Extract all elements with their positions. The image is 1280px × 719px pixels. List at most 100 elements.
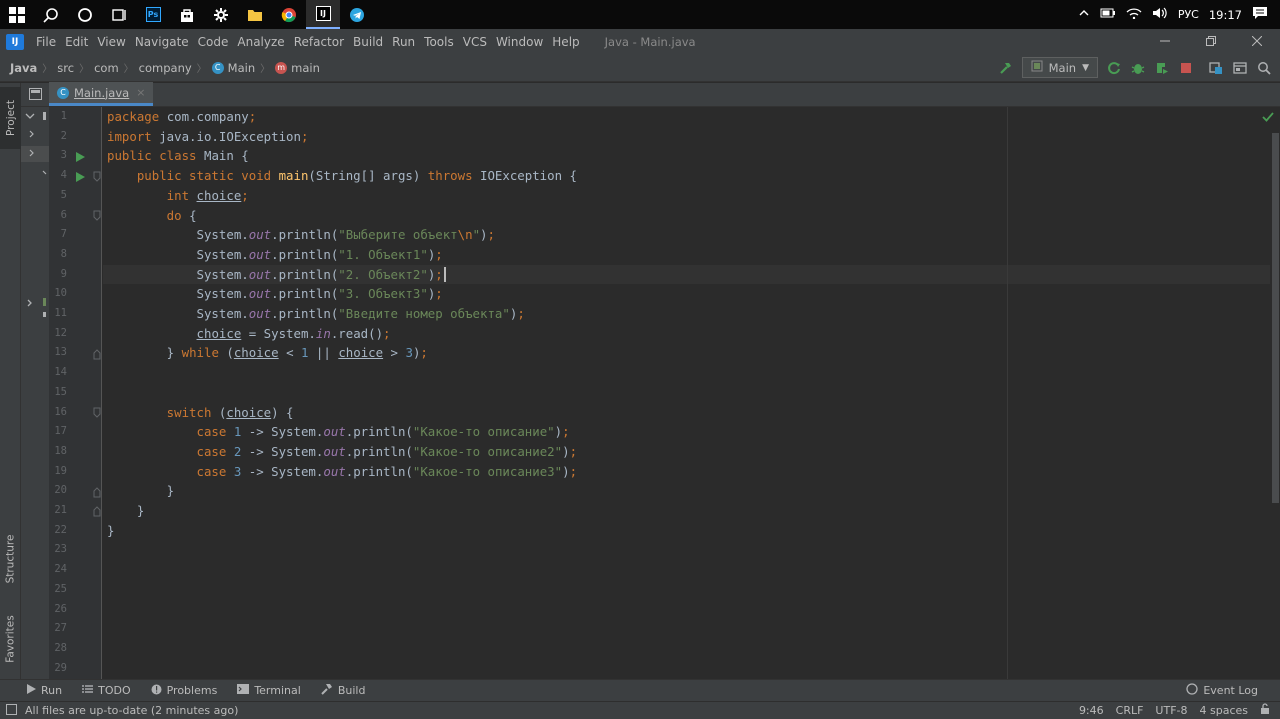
file-encoding[interactable]: UTF-8: [1155, 704, 1187, 717]
close-button[interactable]: [1234, 34, 1280, 50]
chevron-up-icon[interactable]: [1078, 7, 1090, 22]
build-tool-button[interactable]: Build: [321, 683, 365, 698]
code-token: switch: [107, 404, 219, 420]
code-token: {: [189, 207, 197, 223]
restore-button[interactable]: [1188, 34, 1234, 50]
breadcrumb-com[interactable]: com: [94, 61, 119, 75]
search-icon[interactable]: [34, 0, 68, 29]
file-explorer-icon[interactable]: [238, 0, 272, 29]
code-token: ;: [248, 109, 257, 124]
menu-refactor[interactable]: Refactor: [290, 35, 348, 49]
intellij-icon[interactable]: IJ: [306, 0, 340, 29]
menu-navigate[interactable]: Navigate: [131, 35, 193, 49]
language-indicator[interactable]: РУС: [1178, 8, 1199, 21]
close-tab-icon[interactable]: ×: [136, 86, 145, 99]
menu-view[interactable]: View: [93, 35, 129, 49]
menu-file[interactable]: File: [32, 35, 60, 49]
scrollbar-thumb[interactable]: [1272, 133, 1279, 503]
rerun-icon[interactable]: [1106, 60, 1122, 76]
caret-position[interactable]: 9:46: [1079, 704, 1104, 717]
menu-edit[interactable]: Edit: [61, 35, 92, 49]
menu-help[interactable]: Help: [548, 35, 583, 49]
project-structure-icon[interactable]: [1208, 60, 1224, 76]
windows-start-icon[interactable]: [0, 0, 34, 29]
code-token: out: [248, 306, 272, 321]
structure-tool-tab[interactable]: Structure: [0, 523, 21, 595]
code-editor[interactable]: package com.company; import java.io.IOExc…: [103, 107, 1270, 679]
structure-tab-label: Structure: [4, 534, 17, 584]
store-icon[interactable]: [170, 0, 204, 29]
photoshop-icon[interactable]: Ps: [136, 0, 170, 29]
telegram-icon[interactable]: [340, 0, 374, 29]
intellij-logo-icon: IJ: [6, 33, 24, 50]
breadcrumb-src[interactable]: src: [57, 61, 74, 75]
todo-tool-button[interactable]: TODO: [82, 684, 131, 697]
volume-icon[interactable]: [1152, 7, 1168, 22]
code-line: case 3 -> System.out.println("Какое-то о…: [107, 462, 578, 482]
breadcrumb-company[interactable]: company: [139, 61, 192, 75]
breadcrumb-main-method[interactable]: m main: [275, 61, 320, 75]
battery-icon[interactable]: [1100, 8, 1116, 21]
fold-markers: [93, 171, 101, 517]
search-everywhere-icon[interactable]: [1256, 60, 1272, 76]
debug-bug-icon[interactable]: [1130, 60, 1146, 76]
breadcrumb-main-class[interactable]: C Main: [211, 61, 255, 75]
terminal-tool-button[interactable]: Terminal: [237, 684, 301, 697]
code-line: case 1 -> System.out.println("Какое-то о…: [107, 422, 570, 442]
problems-tool-button[interactable]: Problems: [151, 684, 217, 698]
menu-vcs[interactable]: VCS: [459, 35, 491, 49]
hammer-icon: [321, 683, 333, 698]
code-line: choice = System.in.read();: [107, 324, 391, 344]
code-token: "Введите номер объекта": [338, 306, 510, 321]
favorites-tool-tab[interactable]: Favorites: [0, 603, 21, 675]
run-with-coverage-icon[interactable]: [1154, 60, 1170, 76]
run-tool-button[interactable]: Run: [26, 684, 62, 697]
settings-icon[interactable]: [204, 0, 238, 29]
menu-window[interactable]: Window: [492, 35, 547, 49]
chrome-icon[interactable]: [272, 0, 306, 29]
wifi-icon[interactable]: [1126, 7, 1142, 22]
run-toolbar: Main ▼: [998, 57, 1280, 78]
code-token: -> System.: [241, 424, 324, 440]
minimize-button[interactable]: [1142, 34, 1188, 50]
project-tree-panel: [21, 83, 49, 679]
code-token: = System.: [241, 325, 316, 341]
layout-icon[interactable]: [1232, 60, 1248, 76]
code-token: ) {: [271, 404, 294, 420]
code-token: }: [107, 483, 175, 499]
menu-build[interactable]: Build: [349, 35, 387, 49]
task-view-icon[interactable]: [102, 0, 136, 29]
build-hammer-icon[interactable]: [998, 60, 1014, 76]
code-line: System.out.println("Введите номер объект…: [107, 304, 525, 324]
editor-scrollbar[interactable]: [1262, 107, 1280, 679]
project-tool-tab[interactable]: Project: [0, 87, 21, 149]
event-log-button[interactable]: Event Log: [1186, 683, 1258, 698]
cortana-icon[interactable]: [68, 0, 102, 29]
line-separator[interactable]: CRLF: [1116, 704, 1144, 717]
code-token: out: [323, 463, 346, 479]
menu-run[interactable]: Run: [388, 35, 419, 49]
code-token: choice: [226, 404, 272, 420]
clock[interactable]: 19:17: [1209, 8, 1242, 22]
code-token: .println(: [271, 286, 339, 302]
indent-setting[interactable]: 4 spaces: [1200, 704, 1249, 717]
toggle-panel-icon[interactable]: [21, 82, 49, 106]
breadcrumb-java[interactable]: Java: [10, 61, 37, 75]
lock-icon[interactable]: [1260, 703, 1270, 718]
method-icon: m: [275, 61, 288, 74]
window-title: Java - Main.java: [604, 34, 696, 49]
run-configuration-select[interactable]: Main ▼: [1021, 57, 1098, 78]
code-token: public static void: [107, 168, 279, 184]
todo-tool-label: TODO: [98, 684, 131, 697]
code-token: ;: [435, 286, 443, 302]
code-token: (String[] args): [308, 168, 428, 184]
stop-icon[interactable]: [1178, 60, 1194, 76]
menu-tools[interactable]: Tools: [420, 35, 458, 49]
menu-code[interactable]: Code: [194, 35, 233, 49]
inspection-ok-checkmark-icon[interactable]: [1262, 111, 1274, 126]
notifications-icon[interactable]: [1252, 6, 1268, 23]
menu-analyze[interactable]: Analyze: [233, 35, 288, 49]
code-token: "3. Объект3": [338, 286, 428, 302]
status-toggle-icon[interactable]: [6, 703, 17, 718]
tab-main-java[interactable]: C Main.java ×: [49, 82, 154, 106]
